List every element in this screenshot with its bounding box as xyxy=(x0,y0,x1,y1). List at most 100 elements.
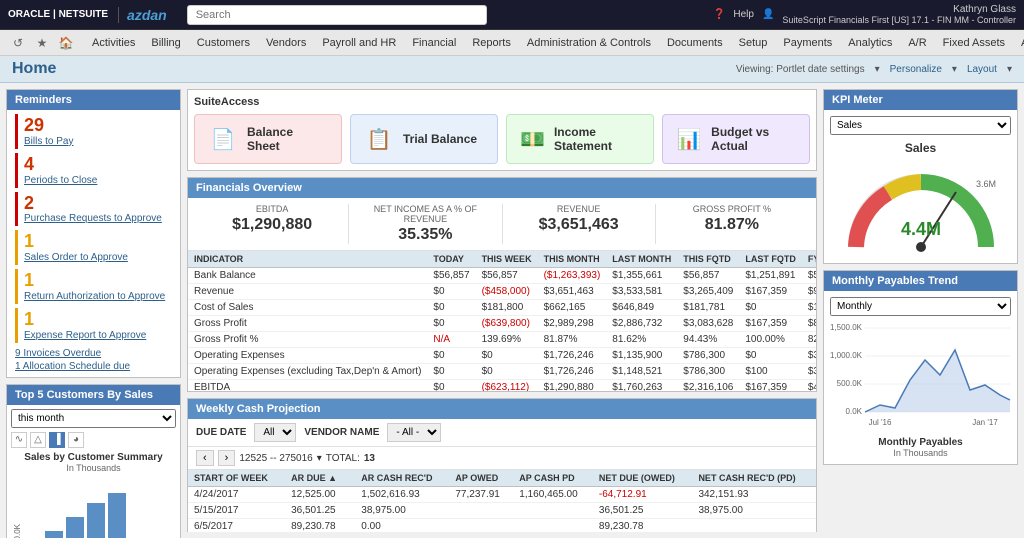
income-statement-label: Income Statement xyxy=(554,125,641,154)
nav-customers[interactable]: Customers xyxy=(189,33,258,53)
kpi-ebitda: EBITDA $1,290,880 xyxy=(196,204,349,244)
fin-cell: $1,760,263 xyxy=(606,380,677,392)
line-chart-icon[interactable]: ∿ xyxy=(11,432,27,448)
pie-chart-icon[interactable]: ◕ xyxy=(68,432,84,448)
wcol-ar-due: AR DUE ▲ xyxy=(285,470,355,487)
star-icon[interactable]: ★ xyxy=(32,33,52,53)
nav-payroll[interactable]: Payroll and HR xyxy=(314,33,404,53)
nav-ap[interactable]: A/P xyxy=(1013,33,1024,53)
fin-cell: $3,083,628 xyxy=(677,316,739,332)
suite-budget-actual[interactable]: 📊 Budget vs Actual xyxy=(662,114,810,164)
home-icon[interactable]: 🏠 xyxy=(56,33,76,53)
nav-financial[interactable]: Financial xyxy=(404,33,464,53)
top5-period-select[interactable]: this month xyxy=(11,409,176,428)
reminder-allocation[interactable]: 1 Allocation Schedule due xyxy=(15,360,172,373)
reminder-label-return[interactable]: Return Authorization to Approve xyxy=(24,291,172,302)
suite-trial-balance[interactable]: 📋 Trial Balance xyxy=(350,114,498,164)
kpi-net-income-pct-value: 35.35% xyxy=(357,226,493,244)
due-date-select[interactable]: All xyxy=(254,423,296,442)
fin-cell: $0 xyxy=(476,364,538,380)
reminder-label-purchase[interactable]: Purchase Requests to Approve xyxy=(24,213,172,224)
nav-billing[interactable]: Billing xyxy=(143,33,188,53)
kpi-revenue: Revenue $3,651,463 xyxy=(503,204,656,244)
search-bar[interactable] xyxy=(187,5,487,25)
nav-activities[interactable]: Activities xyxy=(84,33,143,53)
weekly-cell: 342,151.93 xyxy=(692,487,816,503)
fin-cell: 82.8... xyxy=(802,332,816,348)
fin-cell: $181,781 xyxy=(677,300,739,316)
budget-actual-icon: 📊 xyxy=(675,123,703,155)
fin-cell: ($623,112) xyxy=(476,380,538,392)
suite-income-statement[interactable]: 💵 Income Statement xyxy=(506,114,654,164)
search-input[interactable] xyxy=(187,5,487,25)
financials-table-container: INDICATOR TODAY THIS WEEK THIS MONTH LAS… xyxy=(188,251,816,391)
kpi-net-income-pct-label: Net Income as a % of Revenue xyxy=(357,204,493,224)
reminder-label-sales[interactable]: Sales Order to Approve xyxy=(24,252,172,263)
area-chart-icon[interactable]: △ xyxy=(30,432,46,448)
refresh-icon[interactable]: ↺ xyxy=(8,33,28,53)
monthly-payables-select[interactable]: Monthly xyxy=(830,297,1011,316)
reminder-label-expense[interactable]: Expense Report to Approve xyxy=(24,330,172,341)
kpi-meter-select[interactable]: Sales xyxy=(830,116,1011,135)
nav-menu: Activities Billing Customers Vendors Pay… xyxy=(84,33,1024,53)
reminder-invoices[interactable]: 9 Invoices Overdue xyxy=(15,347,172,360)
help-icon[interactable]: ❓ xyxy=(713,9,725,20)
fin-cell: $100 xyxy=(739,364,802,380)
weekly-next-btn[interactable]: › xyxy=(218,450,236,466)
fin-cell: $56,857 xyxy=(476,268,538,284)
nav-ar[interactable]: A/R xyxy=(900,33,934,53)
fin-cell: ($639,800) xyxy=(476,316,538,332)
fin-cell: $3,8... xyxy=(802,348,816,364)
bar-5 xyxy=(108,493,126,538)
wcol-ar-cash: AR CASH REC'D xyxy=(355,470,449,487)
suite-balance-sheet[interactable]: 📄 Balance Sheet xyxy=(194,114,342,164)
fin-table-row: Revenue$0($458,000)$3,651,463$3,533,581$… xyxy=(188,284,816,300)
fin-cell: 94.43% xyxy=(677,332,739,348)
top5-box: Top 5 Customers By Sales this month ∿ △ … xyxy=(6,384,181,538)
nav-analytics[interactable]: Analytics xyxy=(840,33,900,53)
financials-kpi-row: EBITDA $1,290,880 Net Income as a % of R… xyxy=(188,198,816,251)
fin-cell: $1,726,246 xyxy=(538,348,607,364)
kpi-gross-profit-value: 81.87% xyxy=(664,216,800,234)
fin-cell: 100.00% xyxy=(739,332,802,348)
weekly-cell: 77,237.91 xyxy=(449,487,513,503)
nav-fixed-assets[interactable]: Fixed Assets xyxy=(935,33,1013,53)
top5-bar-chart: 2,000.0K xyxy=(11,477,176,538)
weekly-prev-btn[interactable]: ‹ xyxy=(196,450,214,466)
top-bar: ORACLE | NETSUITE azdan ❓ Help 👤 Kathryn… xyxy=(0,0,1024,30)
page-title: Home xyxy=(12,60,56,78)
due-date-label: DUE DATE xyxy=(196,427,246,438)
top5-title: Top 5 Customers By Sales xyxy=(15,389,153,401)
financials-table-body: Bank Balance$56,857$56,857($1,263,393)$1… xyxy=(188,268,816,392)
weekly-cell: -64,712.91 xyxy=(593,487,693,503)
fin-cell: Bank Balance xyxy=(188,268,427,284)
nav-reports[interactable]: Reports xyxy=(464,33,519,53)
nav-setup[interactable]: Setup xyxy=(731,33,776,53)
monthly-payables-chart-title: Monthly Payables xyxy=(830,437,1011,448)
vendor-name-select[interactable]: - All - xyxy=(387,423,441,442)
fin-cell: $4,3... xyxy=(802,380,816,392)
fin-cell: $0 xyxy=(427,348,475,364)
trial-balance-icon: 📋 xyxy=(363,123,395,155)
reminder-label-bills[interactable]: Bills to Pay xyxy=(24,136,172,147)
bar-chart-icon[interactable]: ▐ xyxy=(49,432,65,448)
weekly-cell: 36,501.25 xyxy=(285,503,355,519)
viewing-label: Viewing: Portlet date settings xyxy=(736,64,865,75)
layout-link[interactable]: Layout xyxy=(967,64,997,75)
help-label[interactable]: Help xyxy=(733,9,754,20)
chart-type-icons: ∿ △ ▐ ◕ xyxy=(11,432,176,448)
nav-admin[interactable]: Administration & Controls xyxy=(519,33,659,53)
personalize-link[interactable]: Personalize xyxy=(890,64,942,75)
fin-cell: $646,849 xyxy=(606,300,677,316)
reminder-expense: 1 Expense Report to Approve xyxy=(15,308,172,343)
azdan-logo: azdan xyxy=(118,7,167,23)
page-header: Home Viewing: Portlet date settings▾ Per… xyxy=(0,56,1024,83)
svg-text:1,500.0K: 1,500.0K xyxy=(830,323,863,332)
nav-documents[interactable]: Documents xyxy=(659,33,731,53)
nav-payments[interactable]: Payments xyxy=(775,33,840,53)
weekly-table-row: 4/24/201712,525.001,502,616.9377,237.911… xyxy=(188,487,816,503)
reminder-label-periods[interactable]: Periods to Close xyxy=(24,175,172,186)
nav-vendors[interactable]: Vendors xyxy=(258,33,314,53)
fin-cell: Operating Expenses (excluding Tax,Dep'n … xyxy=(188,364,427,380)
weekly-table-row: 5/15/201736,501.2538,975.0036,501.2538,9… xyxy=(188,503,816,519)
